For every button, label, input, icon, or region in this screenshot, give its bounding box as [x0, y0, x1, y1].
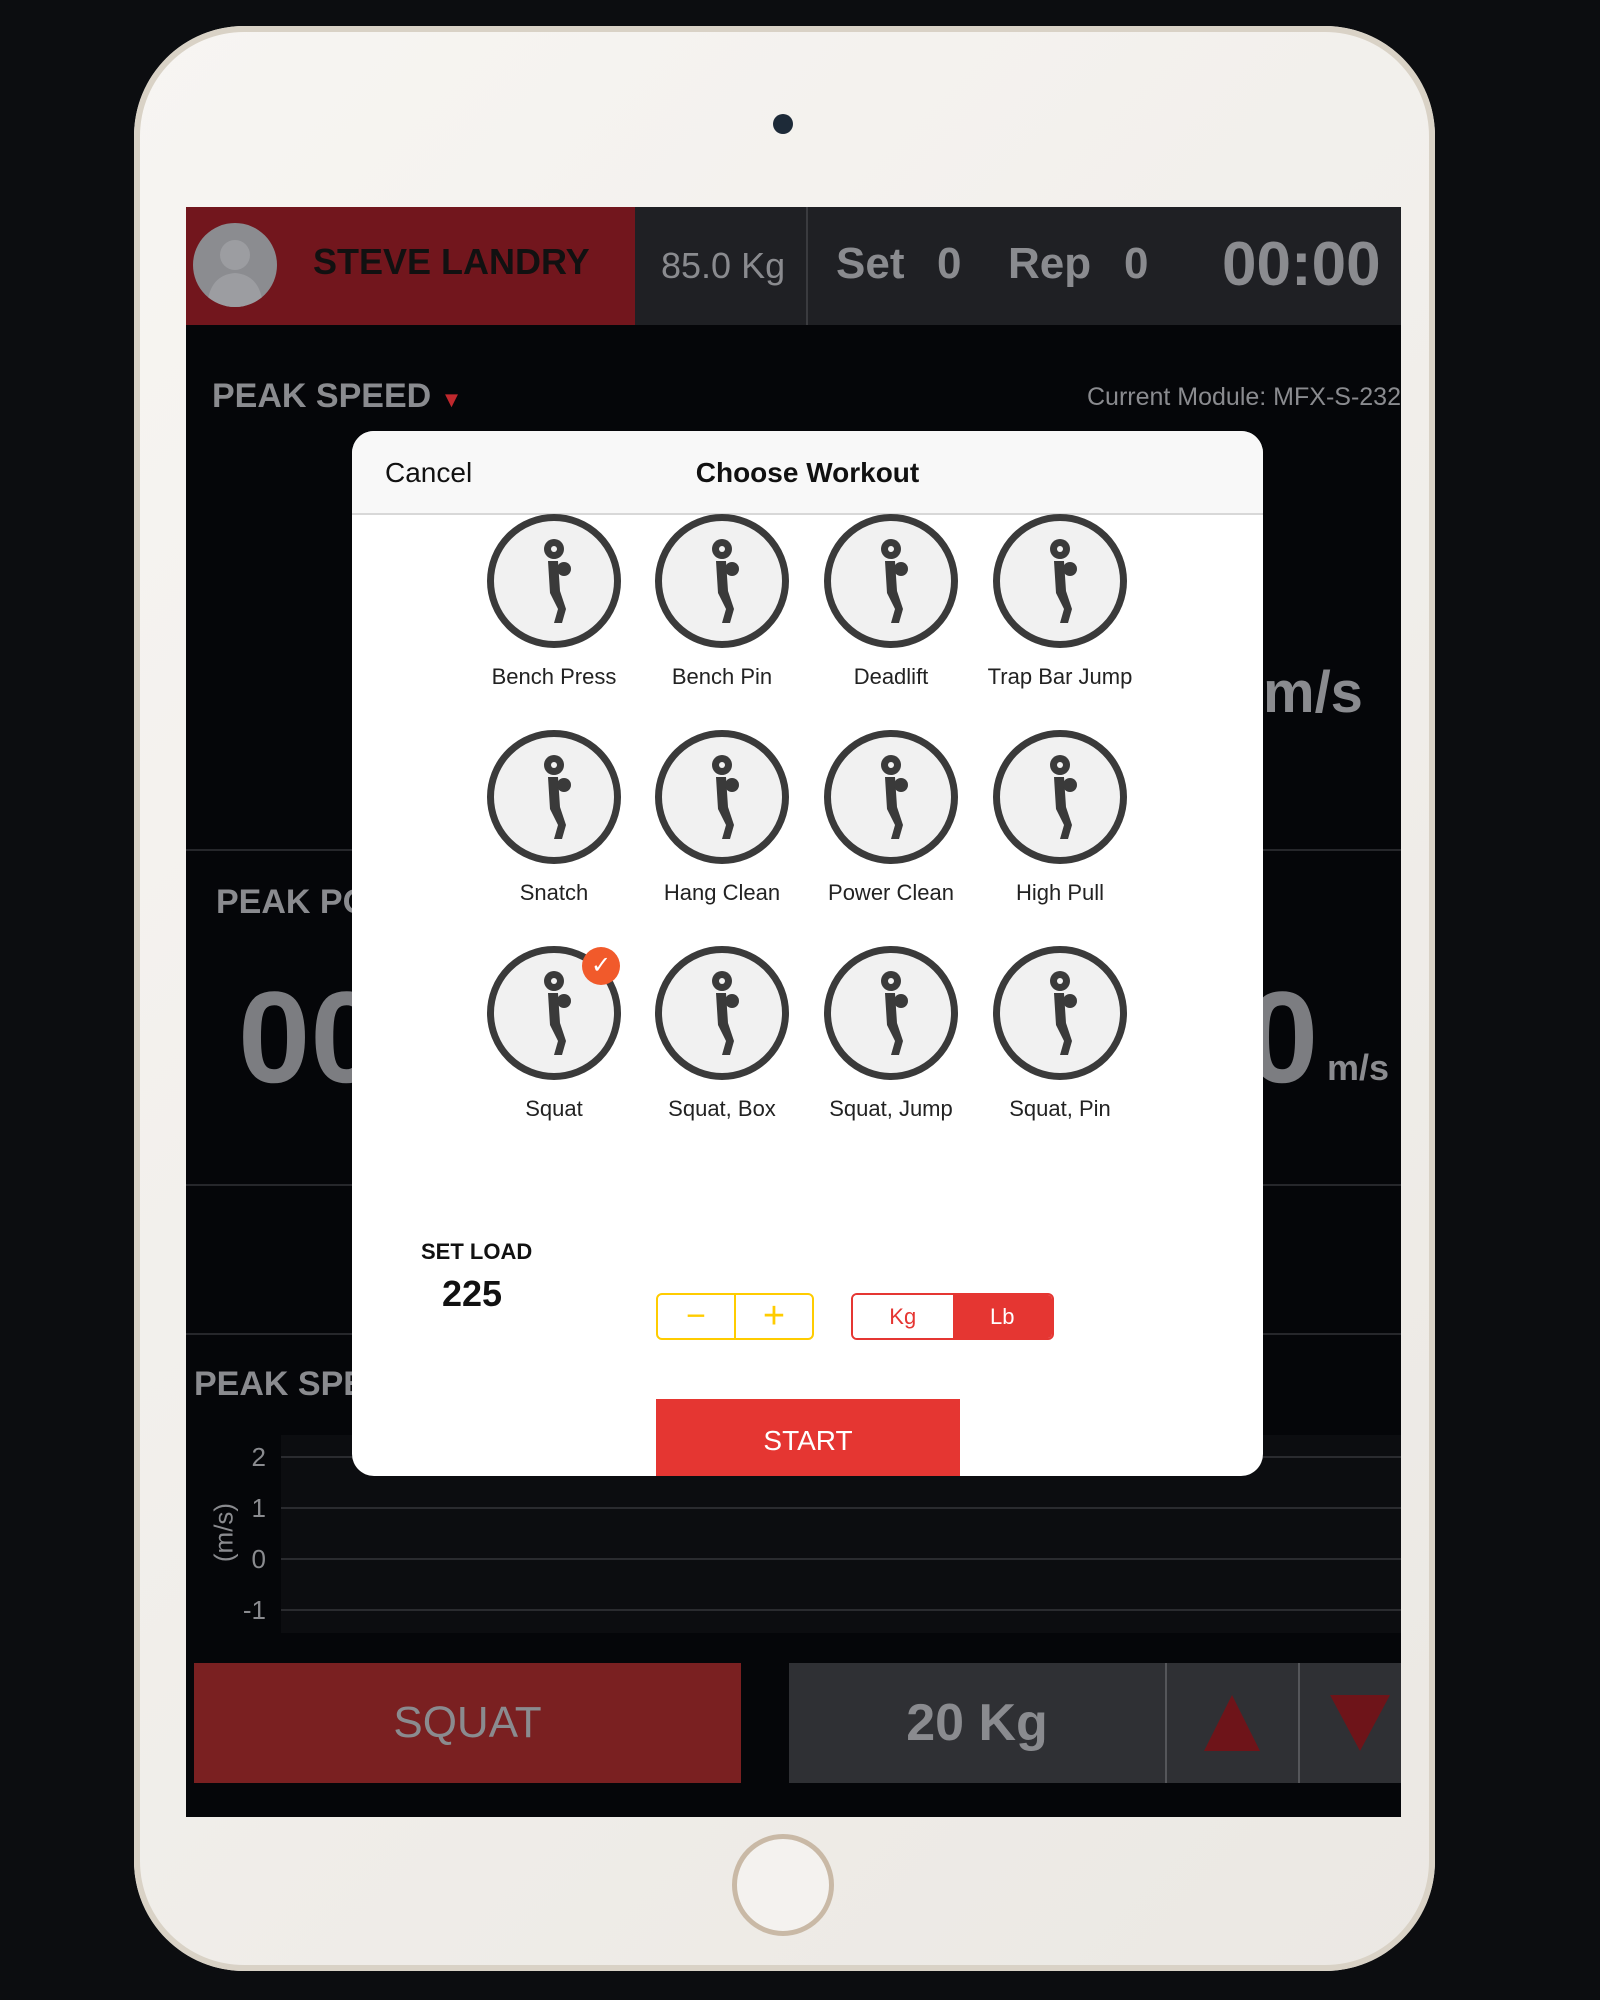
home-button[interactable] — [732, 1834, 834, 1936]
squat-box-icon — [655, 946, 789, 1080]
start-button[interactable]: START — [656, 1399, 960, 1476]
workout-option[interactable]: Squat, Jump — [806, 946, 976, 1122]
chart-title: PEAK SPE — [194, 1365, 366, 1403]
snatch-icon — [487, 730, 621, 864]
choose-workout-modal: Cancel Choose Workout Bench Press Bench P… — [352, 431, 1263, 1476]
set-value: 0 — [937, 239, 962, 288]
set-load-label: SET LOAD — [421, 1239, 533, 1264]
unit-toggle: Kg Lb — [851, 1293, 1054, 1340]
metric-selector[interactable]: PEAK SPEED ▼ — [212, 377, 462, 416]
metric-selector-label: PEAK SPEED — [212, 377, 432, 415]
workout-option[interactable]: Deadlift — [806, 514, 976, 690]
workout-label: Power Clean — [828, 880, 954, 905]
load-value: 20 Kg — [906, 1694, 1048, 1752]
high-pull-icon — [993, 730, 1127, 864]
speed-unit: m/s — [1263, 660, 1363, 725]
camera — [773, 114, 793, 134]
y-axis-label: (m/s) — [208, 1502, 239, 1563]
squat-jump-icon — [824, 946, 958, 1080]
load-panel: 20 Kg — [789, 1663, 1401, 1783]
dropdown-caret-icon: ▼ — [440, 387, 463, 412]
trap-bar-jump-icon — [993, 514, 1127, 648]
power-clean-icon — [824, 730, 958, 864]
workout-option[interactable]: ✓ Squat — [469, 946, 639, 1122]
checkmark-icon: ✓ — [582, 947, 620, 985]
deadlift-icon — [824, 514, 958, 648]
workout-label: Squat, Jump — [829, 1096, 953, 1121]
workout-option[interactable]: Hang Clean — [637, 730, 807, 906]
right-unit: m/s — [1327, 1047, 1390, 1088]
workout-label: Hang Clean — [663, 880, 781, 905]
set-load-value: 225 — [441, 1273, 503, 1314]
unit-kg-button[interactable]: Kg — [853, 1295, 953, 1338]
workout-label: High Pull — [1015, 880, 1105, 905]
workout-option[interactable]: Snatch — [469, 730, 639, 906]
workout-label: Squat, Pin — [1009, 1096, 1111, 1121]
triangle-up-icon — [1204, 1695, 1260, 1751]
rep-label: Rep — [1008, 239, 1092, 288]
body-weight: 85.0 Kg — [661, 245, 786, 286]
workout-label: Squat, Box — [668, 1096, 776, 1121]
workout-option[interactable]: Power Clean — [806, 730, 976, 906]
user-silhouette-icon — [207, 240, 263, 307]
user-header[interactable]: STEVE LANDRY — [186, 207, 635, 325]
workout-option[interactable]: Bench Pin — [637, 514, 807, 690]
squat-icon: ✓ — [487, 946, 621, 1080]
workout-label: Deadlift — [853, 664, 929, 689]
workout-option[interactable]: Squat, Pin — [975, 946, 1145, 1122]
workout-label: Squat — [525, 1096, 583, 1121]
bench-pin-icon — [655, 514, 789, 648]
workout-label: Trap Bar Jump — [987, 664, 1133, 689]
set-label: Set — [836, 239, 905, 288]
triangle-down-icon — [1330, 1695, 1390, 1751]
user-name: STEVE LANDRY — [313, 241, 590, 282]
load-stepper: − + — [656, 1293, 814, 1340]
bench-press-icon — [487, 514, 621, 648]
avatar[interactable] — [193, 223, 277, 307]
peak-power-label: PEAK PO — [216, 883, 370, 921]
workout-label: Snatch — [519, 880, 589, 905]
session-header: 85.0 Kg Set 0 Rep 0 00:00 — [635, 207, 1401, 325]
decrease-load-button[interactable] — [1300, 1663, 1401, 1783]
workout-option[interactable]: Bench Press — [469, 514, 639, 690]
squat-pin-icon — [993, 946, 1127, 1080]
divider — [806, 207, 808, 325]
workout-option[interactable]: Trap Bar Jump — [975, 514, 1145, 690]
increase-load-button[interactable] — [1167, 1663, 1298, 1783]
decrement-button[interactable]: − — [658, 1295, 736, 1338]
hang-clean-icon — [655, 730, 789, 864]
app-screen: STEVE LANDRY 85.0 Kg Set 0 Rep 0 00:00 P… — [186, 207, 1401, 1817]
workout-option[interactable]: Squat, Box — [637, 946, 807, 1122]
workout-option[interactable]: High Pull — [975, 730, 1145, 906]
unit-lb-button[interactable]: Lb — [952, 1295, 1052, 1338]
increment-button[interactable]: + — [736, 1295, 812, 1338]
y-tick-label: -1 — [242, 1595, 266, 1625]
current-module: Current Module: MFX-S-232 — [1086, 383, 1401, 411]
modal-header: Cancel Choose Workout — [352, 431, 1263, 515]
y-tick-label: 2 — [251, 1442, 266, 1472]
workout-label: Bench Pin — [671, 664, 773, 689]
exercise-button[interactable]: SQUAT — [194, 1663, 741, 1783]
timer: 00:00 — [1222, 230, 1381, 299]
workout-label: Bench Press — [491, 664, 617, 689]
rep-value: 0 — [1124, 239, 1149, 288]
modal-title: Choose Workout — [695, 457, 920, 488]
